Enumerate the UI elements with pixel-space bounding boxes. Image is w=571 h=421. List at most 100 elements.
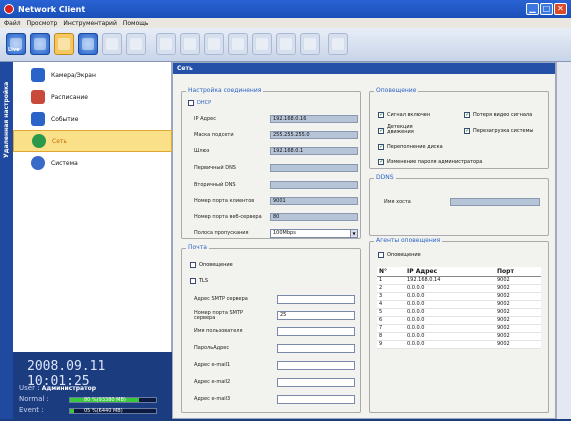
nav-item-system[interactable]: Система (13, 152, 172, 174)
setup-button[interactable] (54, 33, 74, 55)
motion-detection-checkbox[interactable] (378, 127, 384, 134)
username-field[interactable] (277, 327, 355, 336)
table-row[interactable]: 9 0.0.0.0 9002 (377, 340, 541, 349)
minimize-button[interactable]: ▁ (526, 3, 539, 15)
layout-6-button[interactable] (252, 33, 272, 55)
agent-number: 8 (377, 332, 405, 341)
menu-file[interactable]: Файл (4, 20, 21, 27)
agents-legend: Агенты оповещения (374, 237, 443, 244)
layout-9-button[interactable] (204, 33, 224, 55)
email3-label: Адрес e-mail3 (194, 396, 231, 402)
remote-setup-tab[interactable]: Удаленная настройка (0, 62, 13, 419)
menu-help[interactable]: Помощь (123, 20, 149, 27)
layout-icon (208, 38, 220, 50)
column-number: N° (377, 267, 405, 277)
admin-password-change-checkbox[interactable] (378, 158, 384, 165)
smtp-port-label: Номер порта SMTP сервера (194, 310, 244, 321)
agent-ip-address: 192.168.0.14 (405, 276, 495, 285)
table-row[interactable]: 3 0.0.0.0 9002 (377, 292, 541, 301)
username-label: Имя пользователя (194, 328, 243, 334)
email1-label: Адрес e-mail1 (194, 362, 231, 368)
layout-icon (304, 38, 316, 50)
table-row[interactable]: 8 0.0.0.0 9002 (377, 332, 541, 341)
disk-full-checkbox[interactable] (378, 143, 384, 150)
live-button[interactable]: Live (6, 33, 26, 55)
client-port-field[interactable]: 9001 (270, 197, 358, 205)
dhcp-label: DHCP (197, 100, 212, 106)
page-title: Сеть (173, 63, 555, 74)
layout-16-button[interactable] (228, 33, 248, 55)
tls-checkbox[interactable] (190, 278, 196, 284)
admin-password-change-label: Изменение пароля администратора (387, 159, 483, 165)
email2-field[interactable] (277, 378, 355, 387)
app-icon (4, 4, 14, 14)
nav-item-network[interactable]: Сеть (13, 130, 172, 152)
nav-item-event[interactable]: Событие (13, 108, 172, 130)
layout-13-button[interactable] (300, 33, 320, 55)
title-bar: Network Client ▁ □ ✕ (0, 0, 571, 18)
vertical-scrollbar[interactable] (556, 62, 571, 419)
fullscreen-icon (130, 38, 142, 50)
save-icon (106, 38, 118, 50)
save-button[interactable] (102, 33, 122, 55)
smtp-port-field[interactable]: 25 (277, 311, 355, 320)
agent-number: 7 (377, 324, 405, 333)
nav-item-camera[interactable]: Камера/Экран (13, 64, 172, 86)
motion-detection-label: Детекция движения (387, 124, 414, 135)
primary-dns-label: Первичный DNS (194, 165, 236, 171)
maximize-button[interactable]: □ (540, 3, 553, 15)
nav-item-schedule[interactable]: Расписание (13, 86, 172, 108)
layout-1-button[interactable] (156, 33, 176, 55)
agent-ip-address: 0.0.0.0 (405, 300, 495, 309)
secondary-dns-field[interactable] (270, 181, 358, 189)
web-port-field[interactable]: 80 (270, 213, 358, 221)
mail-notify-checkbox[interactable] (190, 262, 196, 268)
table-row[interactable]: 5 0.0.0.0 9002 (377, 308, 541, 317)
menu-view[interactable]: Просмотр (27, 20, 58, 27)
password-field[interactable] (277, 344, 355, 353)
ip-address-label: IP Адрес (194, 116, 216, 122)
layout-icon (160, 38, 172, 50)
ip-address-field[interactable]: 192.168.0.16 (270, 115, 358, 123)
search-button[interactable] (30, 33, 50, 55)
menu-tools[interactable]: Инструментарий (63, 20, 116, 27)
sequence-button[interactable] (328, 33, 348, 55)
system-reboot-checkbox[interactable] (464, 127, 470, 134)
alarm-on-checkbox[interactable] (378, 111, 384, 118)
alarm-on-label: Сигнал включен (387, 112, 431, 118)
subnet-mask-field[interactable]: 255.255.255.0 (270, 131, 358, 139)
gateway-field[interactable]: 192.168.0.1 (270, 147, 358, 155)
table-row[interactable]: 7 0.0.0.0 9002 (377, 324, 541, 333)
hostname-field[interactable] (450, 198, 540, 206)
layout-icon (280, 38, 292, 50)
video-loss-checkbox[interactable] (464, 111, 470, 118)
smtp-server-field[interactable] (277, 295, 355, 304)
event-storage-fill (70, 409, 75, 413)
email1-field[interactable] (277, 361, 355, 370)
bandwidth-select[interactable]: 100Mbps ▼ (270, 229, 358, 238)
nav-item-label: Камера/Экран (51, 71, 96, 79)
agent-ip-address: 0.0.0.0 (405, 332, 495, 341)
layout-4-button[interactable] (180, 33, 200, 55)
primary-dns-field[interactable] (270, 164, 358, 172)
dhcp-checkbox[interactable] (188, 100, 194, 106)
menu-bar: Файл Просмотр Инструментарий Помощь (0, 18, 571, 28)
ddns-group: DDNS Имя хоста (369, 174, 549, 236)
table-row[interactable]: 2 0.0.0.0 9002 (377, 284, 541, 293)
table-row[interactable]: 6 0.0.0.0 9002 (377, 316, 541, 325)
client-port-label: Номер порта клиентов (194, 198, 255, 204)
table-row[interactable]: 1 192.168.0.14 9002 (377, 276, 541, 285)
email3-field[interactable] (277, 395, 355, 404)
layout-8-button[interactable] (276, 33, 296, 55)
event-storage-bar: 05 %(6440 MB) (69, 408, 157, 414)
agents-notify-checkbox[interactable] (378, 252, 384, 258)
display-button[interactable] (78, 33, 98, 55)
user-value: Администратор (41, 385, 97, 392)
mail-legend: Почта (186, 244, 209, 251)
close-button[interactable]: ✕ (554, 3, 567, 15)
email2-label: Адрес e-mail2 (194, 379, 231, 385)
agent-port: 9002 (495, 316, 541, 325)
table-row[interactable]: 4 0.0.0.0 9002 (377, 300, 541, 309)
secondary-dns-label: Вторичный DNS (194, 182, 236, 188)
fullscreen-button[interactable] (126, 33, 146, 55)
